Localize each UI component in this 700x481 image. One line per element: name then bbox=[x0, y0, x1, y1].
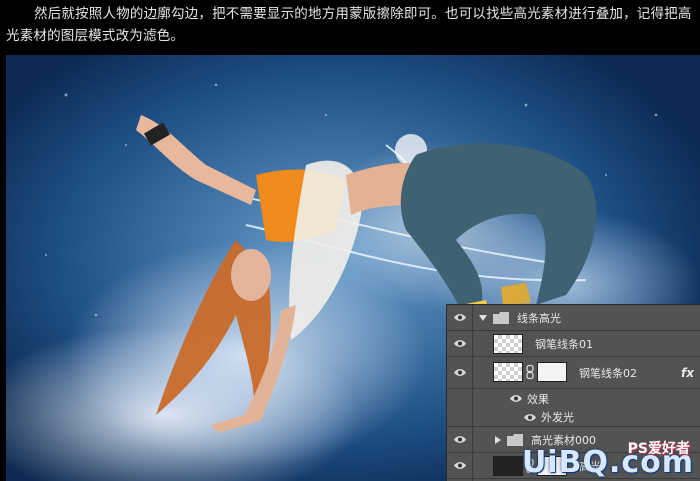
layer-name: 钢笔线条01 bbox=[535, 337, 593, 351]
visibility-column bbox=[447, 408, 473, 426]
effects-label: 效果 bbox=[527, 392, 549, 406]
site-watermark: PS爱好者 UiBQ.com bbox=[522, 440, 700, 481]
eye-icon[interactable] bbox=[523, 413, 537, 422]
layer-thumbnail bbox=[493, 334, 523, 354]
visibility-column bbox=[447, 389, 473, 408]
layer-mask-thumbnail bbox=[537, 362, 567, 382]
fx-badge[interactable]: fx bbox=[681, 366, 694, 380]
eye-icon[interactable] bbox=[453, 339, 467, 348]
eye-icon[interactable] bbox=[453, 461, 467, 470]
layer-name: 线条高光 bbox=[517, 311, 561, 325]
article-paragraph: 然后就按照人物的边廓勾边，把不需要显示的地方用蒙版擦除即可。也可以找些高光素材进… bbox=[0, 0, 700, 52]
layer-row[interactable]: 钢笔线条01 bbox=[447, 331, 700, 357]
effects-row[interactable]: 效果 bbox=[447, 389, 700, 408]
triangle-right-icon[interactable] bbox=[495, 436, 501, 444]
triangle-down-icon[interactable] bbox=[479, 315, 487, 321]
eye-icon[interactable] bbox=[509, 394, 523, 403]
folder-icon bbox=[493, 312, 509, 324]
eye-icon[interactable] bbox=[453, 313, 467, 322]
eye-icon[interactable] bbox=[453, 435, 467, 444]
layer-name: 钢笔线条02 bbox=[579, 366, 637, 380]
layer-thumbnail bbox=[493, 456, 523, 476]
watermark-site-name: PS爱好者 bbox=[627, 441, 690, 457]
folder-icon bbox=[507, 434, 523, 446]
chain-icon[interactable] bbox=[526, 365, 534, 379]
layer-group-row[interactable]: 线条高光 bbox=[447, 305, 700, 331]
eye-icon[interactable] bbox=[453, 368, 467, 377]
effect-row[interactable]: 外发光 bbox=[447, 408, 700, 427]
layer-row[interactable]: 钢笔线条02 fx bbox=[447, 357, 700, 389]
effect-label: 外发光 bbox=[541, 411, 574, 424]
layer-thumbnail bbox=[493, 362, 523, 382]
